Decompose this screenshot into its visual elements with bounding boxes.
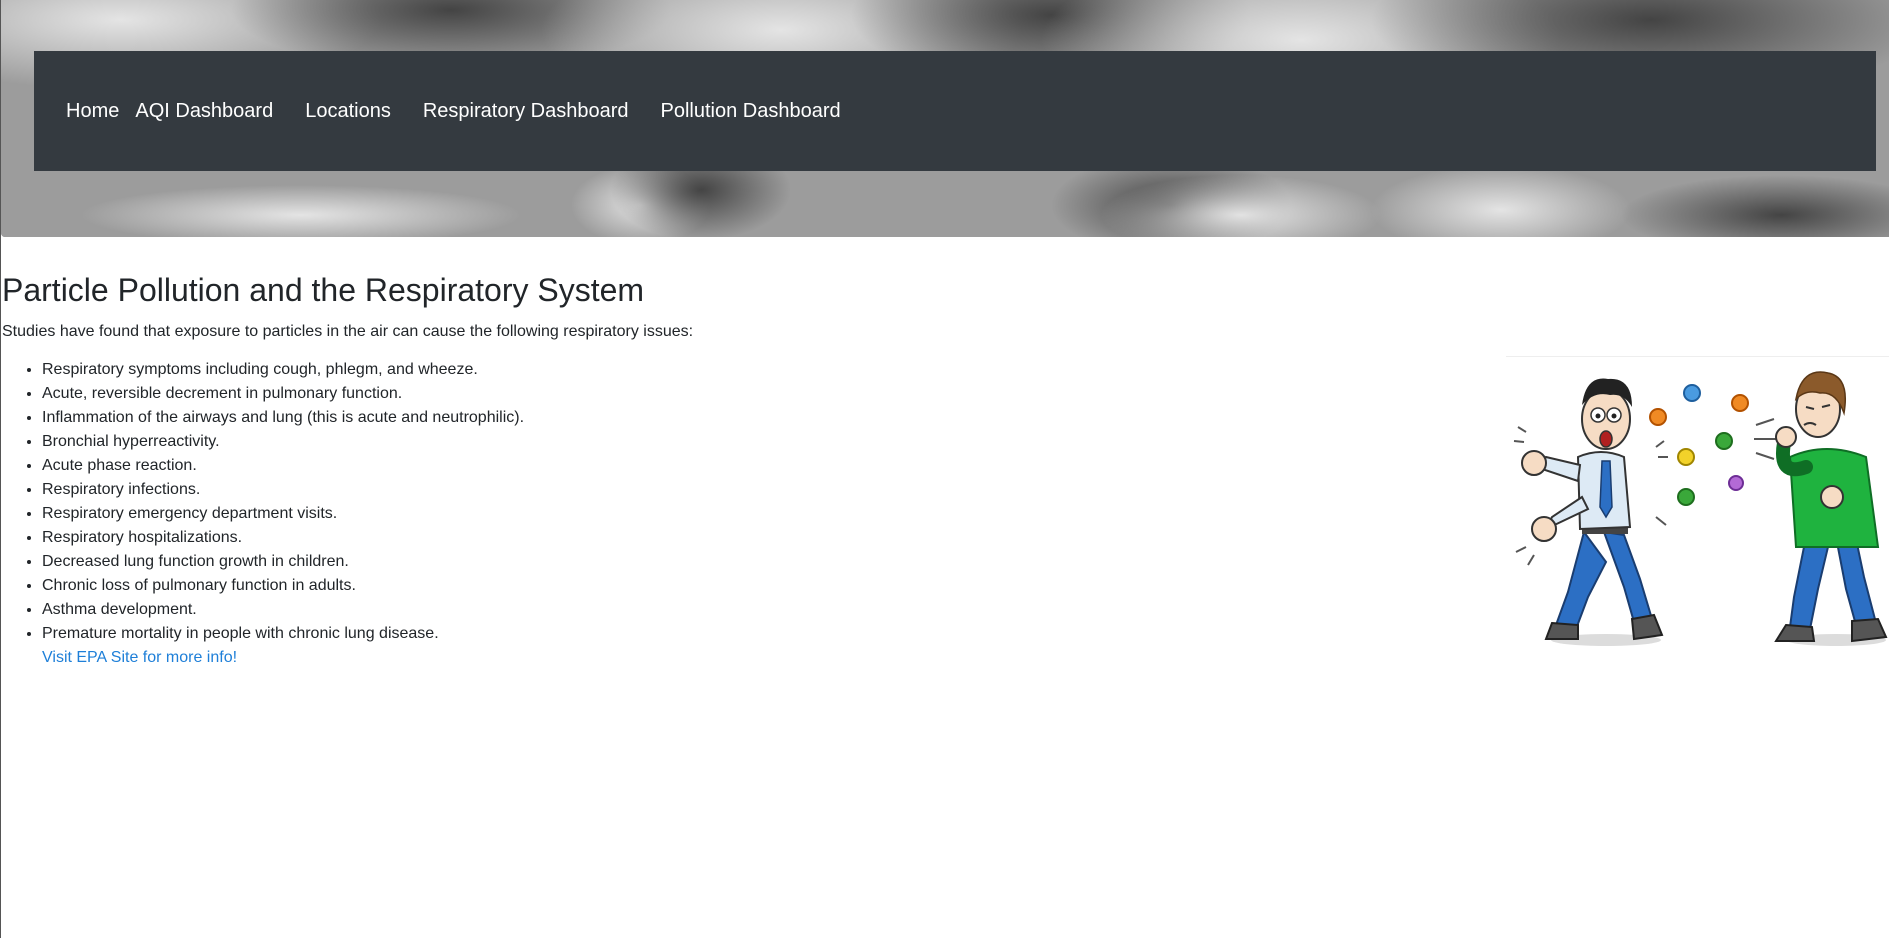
list-item: Respiratory hospitalizations. (42, 526, 1452, 550)
top-navbar: Home AQI Dashboard Locations Respiratory… (34, 51, 1876, 171)
list-item: Respiratory symptoms including cough, ph… (42, 358, 1452, 382)
coughing-illustration (1506, 356, 1889, 657)
coughing-man-germs-icon (1513, 371, 1888, 646)
list-item: Acute, reversible decrement in pulmonary… (42, 382, 1452, 406)
respiratory-issues-list: Respiratory symptoms including cough, ph… (2, 358, 1452, 646)
nav-pollution-dashboard-link[interactable]: Pollution Dashboard (661, 100, 841, 123)
list-item: Bronchial hyperreactivity. (42, 430, 1452, 454)
list-item: Acute phase reaction. (42, 454, 1452, 478)
page: Home AQI Dashboard Locations Respiratory… (0, 0, 1889, 938)
nav-respiratory-dashboard-link[interactable]: Respiratory Dashboard (423, 100, 629, 123)
list-item: Respiratory emergency department visits. (42, 502, 1452, 526)
epa-site-link[interactable]: Visit EPA Site for more info! (42, 646, 1452, 670)
list-item: Chronic loss of pulmonary function in ad… (42, 574, 1452, 598)
nav-locations-link[interactable]: Locations (305, 100, 391, 123)
intro-text: Studies have found that exposure to part… (2, 323, 694, 340)
list-item: Inflammation of the airways and lung (th… (42, 406, 1452, 430)
nav-home-link[interactable]: Home (66, 100, 119, 123)
list-item: Asthma development. (42, 598, 1452, 622)
list-item: Respiratory infections. (42, 478, 1452, 502)
header-banner: Home AQI Dashboard Locations Respiratory… (1, 0, 1889, 237)
page-title: Particle Pollution and the Respiratory S… (2, 272, 645, 308)
list-item: Premature mortality in people with chron… (42, 622, 1452, 646)
nav-aqi-dashboard-link[interactable]: AQI Dashboard (135, 100, 273, 123)
main-content: Particle Pollution and the Respiratory S… (2, 268, 1452, 670)
list-item: Decreased lung function growth in childr… (42, 550, 1452, 574)
